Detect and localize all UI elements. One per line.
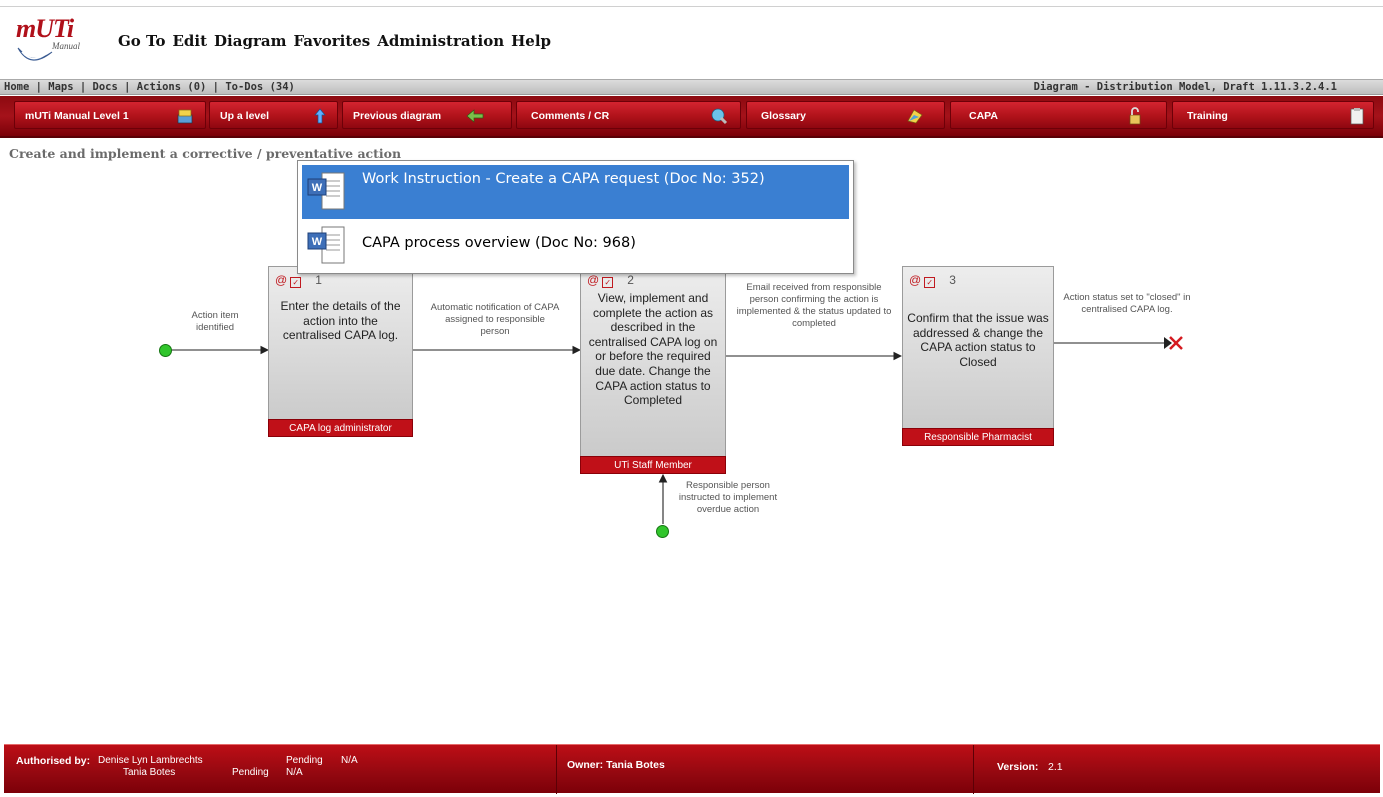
comments-cr-button[interactable]: Comments / CR <box>516 101 741 129</box>
training-button[interactable]: Training <box>1172 101 1374 129</box>
activity-1-role: CAPA log administrator <box>268 419 413 437</box>
attachment-icon[interactable]: @ <box>909 273 921 287</box>
checklist-icon[interactable]: ✓ <box>924 277 936 288</box>
logo-wordmark: mUTi <box>16 14 74 43</box>
back-arrow-icon <box>466 109 484 123</box>
checklist-icon[interactable]: ✓ <box>602 277 614 288</box>
menu-goto[interactable]: Go To <box>118 32 165 50</box>
start-event-dot[interactable] <box>159 344 172 357</box>
checklist-icon[interactable]: ✓ <box>290 277 302 288</box>
approver-1-name: Denise Lyn Lambrechts <box>98 755 203 766</box>
flow-label-2: Email received from responsible person c… <box>736 282 892 329</box>
book-stack-icon <box>177 109 193 124</box>
lock-icon <box>1129 107 1141 125</box>
link-docs[interactable]: Docs <box>93 81 118 93</box>
activity-1-number: 1 <box>315 273 322 287</box>
link-actions[interactable]: Actions (0) <box>137 81 207 93</box>
approver-2-name: Tania Botes <box>123 767 176 778</box>
clipboard-icon <box>1350 108 1364 125</box>
approver-1-date: N/A <box>341 755 358 766</box>
activity-1-header: @ ✓ 1 <box>275 273 322 288</box>
start-event-overdue-dot[interactable] <box>656 525 669 538</box>
word-document-icon: W <box>307 226 345 264</box>
info-bar: Home | Maps | Docs | Actions (0) | To-Do… <box>0 79 1383 95</box>
svg-text:W: W <box>312 182 323 194</box>
overdue-label: Responsible person instructed to impleme… <box>678 480 778 515</box>
authorised-label: Authorised by: <box>16 755 91 767</box>
diagram-title: Diagram - Distribution Model, Draft 1.11… <box>1033 81 1337 93</box>
glossary-label: Glossary <box>761 110 806 122</box>
footer-divider <box>556 745 557 794</box>
attachment-icon[interactable]: @ <box>587 273 599 287</box>
activity-2-header: @ ✓ 2 <box>587 273 634 288</box>
documents-popup: W Work Instruction - Create a CAPA reque… <box>297 160 854 274</box>
muti-logo[interactable]: mUTi Manual <box>14 14 96 72</box>
flow-label-1: Automatic notification of CAPA assigned … <box>430 302 560 337</box>
link-home[interactable]: Home <box>4 81 29 93</box>
svg-text:W: W <box>312 236 323 248</box>
activity-2-role: UTi Staff Member <box>580 456 726 474</box>
app-window: mUTi Manual Go To Edit Diagram Favorites… <box>0 0 1383 797</box>
menu-favorites[interactable]: Favorites <box>293 32 370 50</box>
popup-item-capa-overview[interactable]: W CAPA process overview (Doc No: 968) <box>302 219 849 269</box>
activity-1[interactable]: @ ✓ 1 Enter the details of the action into… <box>268 266 413 437</box>
popup-item-capa-request-label: Work Instruction - Create a CAPA request… <box>362 171 765 187</box>
nav-toolbar: mUTi Manual Level 1 Up a level Previous … <box>0 96 1383 138</box>
previous-diagram-button[interactable]: Previous diagram <box>342 101 512 129</box>
end-marker-icon <box>1164 336 1183 350</box>
activity-2-number: 2 <box>627 273 634 287</box>
approver-2-date: N/A <box>286 767 303 778</box>
logo-subtext: Manual <box>52 41 80 51</box>
attachment-icon[interactable]: @ <box>275 273 287 287</box>
comments-cr-label: Comments / CR <box>531 110 610 122</box>
approver-1-status: Pending <box>286 755 323 766</box>
menu-administration[interactable]: Administration <box>377 32 504 50</box>
glossary-icon <box>907 109 923 124</box>
flow-label-3: Action status set to "closed" in central… <box>1063 292 1191 315</box>
comments-icon <box>711 108 728 125</box>
logo-swoosh-icon <box>17 47 53 61</box>
activity-2-text: View, implement and complete the action … <box>588 291 718 408</box>
activity-2[interactable]: @ ✓ 2 View, implement and complete the act… <box>580 266 726 474</box>
up-arrow-icon <box>314 108 326 124</box>
up-level-button[interactable]: Up a level <box>209 101 338 129</box>
quick-links: Home | Maps | Docs | Actions (0) | To-Do… <box>4 81 295 93</box>
training-label: Training <box>1187 110 1228 122</box>
previous-diagram-label: Previous diagram <box>353 110 442 122</box>
capa-label: CAPA <box>969 110 998 122</box>
up-level-label: Up a level <box>220 110 270 122</box>
activity-3[interactable]: @ ✓ 3 Confirm that the issue was addressed… <box>902 266 1054 446</box>
top-divider <box>0 6 1383 7</box>
glossary-button[interactable]: Glossary <box>746 101 945 129</box>
menu-diagram[interactable]: Diagram <box>214 32 286 50</box>
footer-bar: Authorised by: Denise Lyn Lambrechts Pen… <box>4 744 1380 794</box>
version-value: 2.1 <box>1048 761 1063 773</box>
word-document-icon: W <box>307 172 345 210</box>
activity-3-role: Responsible Pharmacist <box>902 428 1054 446</box>
manual-level-button[interactable]: mUTi Manual Level 1 <box>14 101 206 129</box>
activity-1-text: Enter the details of the action into the… <box>280 299 401 343</box>
popup-item-capa-request[interactable]: W Work Instruction - Create a CAPA reque… <box>302 165 849 219</box>
activity-3-number: 3 <box>949 273 956 287</box>
approver-2-status: Pending <box>232 767 269 778</box>
start-label: Action item identified <box>191 310 239 333</box>
activity-3-header: @ ✓ 3 <box>909 273 956 288</box>
main-menu: Go To Edit Diagram Favorites Administrat… <box>118 32 551 50</box>
manual-level-label: mUTi Manual Level 1 <box>25 110 129 122</box>
popup-item-capa-overview-label: CAPA process overview (Doc No: 968) <box>362 235 636 251</box>
version-label: Version: <box>997 761 1039 773</box>
activity-3-text: Confirm that the issue was addressed & c… <box>907 311 1049 369</box>
owner-text: Owner: Tania Botes <box>567 759 665 771</box>
menu-help[interactable]: Help <box>511 32 551 50</box>
capa-button[interactable]: CAPA <box>950 101 1167 129</box>
menu-edit[interactable]: Edit <box>172 32 207 50</box>
link-todos[interactable]: To-Dos (34) <box>225 81 295 93</box>
link-maps[interactable]: Maps <box>48 81 73 93</box>
footer-divider <box>973 745 974 794</box>
